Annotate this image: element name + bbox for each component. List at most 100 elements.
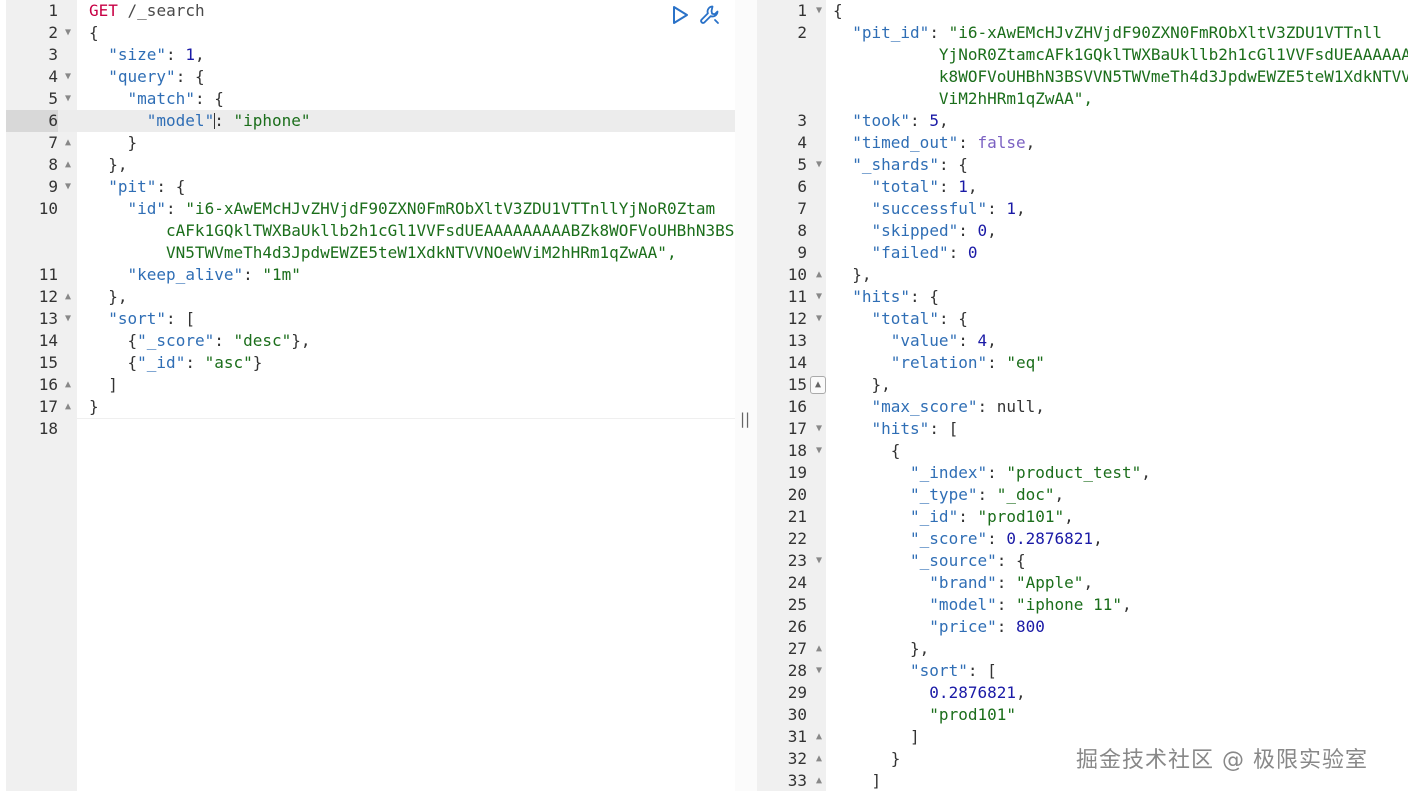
code-line: 18 ▼ { bbox=[757, 440, 1408, 462]
punctuation: , bbox=[987, 221, 997, 240]
code-text: "sort": [ bbox=[910, 660, 997, 682]
wrench-icon[interactable] bbox=[698, 3, 722, 27]
code-line-active: 6 "model": "iphone" bbox=[6, 110, 735, 132]
line-number: 25 bbox=[787, 595, 807, 614]
fold-expand-icon[interactable]: ▲ bbox=[62, 396, 74, 418]
json-key: "skipped" bbox=[871, 221, 959, 240]
code-line: VN5TWVmeTh4d3JpdwEWZE5teW1XdkNTVVNOeWViM… bbox=[6, 242, 735, 264]
fold-collapse-icon[interactable]: ▼ bbox=[813, 550, 825, 572]
punctuation: : bbox=[214, 331, 234, 350]
code-line: 2 "pit_id": "i6-xAwEMcHJvZHVjdF90ZXN0FmRO… bbox=[757, 22, 1408, 44]
json-number: 0 bbox=[977, 221, 988, 240]
line-number: 16 bbox=[787, 397, 807, 416]
fold-expand-icon[interactable]: ▲ bbox=[62, 374, 74, 396]
code-line: 19 "_index": "product_test", bbox=[757, 462, 1408, 484]
response-viewer[interactable]: 1 ▼ {2 "pit_id": "i6-xAwEMcHJvZHVjdF90ZXN0F… bbox=[757, 0, 1408, 791]
code-text: {"_score": "desc"}, bbox=[128, 330, 311, 352]
resizer-handle-icon[interactable]: || bbox=[740, 410, 750, 428]
punctuation: : bbox=[166, 199, 186, 218]
code-text: VN5TWVmeTh4d3JpdwEWZE5teW1XdkNTVVNOeWViM… bbox=[166, 242, 677, 264]
json-number: 1 bbox=[958, 177, 968, 196]
json-string: "asc" bbox=[204, 353, 253, 372]
json-key: "hits" bbox=[871, 419, 930, 438]
fold-expand-icon[interactable]: ▲ bbox=[813, 638, 825, 660]
json-key: "price" bbox=[929, 617, 997, 636]
code-line: 8 "skipped": 0, bbox=[757, 220, 1408, 242]
json-string-wrap: YjNoR0ZtamcAFk1GQklTWXBaUkllb2h1cGl1VVFs… bbox=[938, 45, 1408, 64]
fold-expand-icon[interactable]: ▲ bbox=[813, 264, 825, 286]
punctuation: { bbox=[833, 1, 843, 20]
request-code[interactable]: 1 GET /_search 2 ▼{3 "size": 1, 4 ▼ "query": {5… bbox=[6, 0, 735, 440]
code-line: 3 "size": 1, bbox=[6, 44, 735, 66]
json-string-wrap: cAFk1GQklTWXBaUkllb2h1cGl1VVFsdUEAAAAAAA… bbox=[166, 221, 735, 240]
request-editor[interactable]: 1 GET /_search 2 ▼{3 "size": 1, 4 ▼ "query": {5… bbox=[0, 0, 735, 791]
json-key: "total" bbox=[871, 177, 939, 196]
code-line: 3 "took": 5, bbox=[757, 110, 1408, 132]
line-number: 2 bbox=[797, 23, 807, 42]
line-number: 26 bbox=[787, 617, 807, 636]
line-number: 4 bbox=[48, 67, 58, 86]
json-string: "iphone 11" bbox=[1016, 595, 1122, 614]
fold-expand-icon[interactable]: ▲ bbox=[62, 154, 74, 176]
code-text: "model": "iphone 11", bbox=[929, 594, 1131, 616]
code-line: 14 "relation": "eq" bbox=[757, 352, 1408, 374]
fold-collapse-icon[interactable]: ▼ bbox=[62, 88, 74, 110]
fold-expand-icon[interactable]: ▲ bbox=[810, 376, 826, 394]
json-number: 5 bbox=[929, 111, 939, 130]
json-key: "size" bbox=[108, 45, 167, 64]
fold-collapse-icon[interactable]: ▼ bbox=[813, 154, 825, 176]
json-key: "_score" bbox=[137, 331, 215, 350]
request-toolbar bbox=[668, 3, 722, 27]
fold-collapse-icon[interactable]: ▼ bbox=[62, 22, 74, 44]
fold-collapse-icon[interactable]: ▼ bbox=[813, 440, 825, 462]
code-line: 30 "prod101" bbox=[757, 704, 1408, 726]
punctuation: , bbox=[1121, 595, 1132, 614]
punctuation: : [ bbox=[929, 419, 959, 438]
fold-collapse-icon[interactable]: ▼ bbox=[62, 66, 74, 88]
json-key: "_source" bbox=[910, 551, 997, 570]
punctuation: : bbox=[185, 353, 205, 372]
fold-collapse-icon[interactable]: ▼ bbox=[813, 0, 825, 22]
code-line: 4 "timed_out": false, bbox=[757, 132, 1408, 154]
punctuation: , bbox=[1093, 529, 1103, 548]
line-number: 3 bbox=[48, 45, 58, 64]
pane-resizer[interactable] bbox=[735, 0, 757, 791]
play-icon[interactable] bbox=[668, 3, 692, 27]
code-text: } bbox=[891, 748, 901, 770]
code-text: "pit_id": "i6-xAwEMcHJvZHVjdF90ZXN0FmROb… bbox=[852, 22, 1382, 44]
punctuation: , bbox=[1016, 683, 1026, 702]
code-line: 10 ▲}, bbox=[757, 264, 1408, 286]
fold-collapse-icon[interactable]: ▼ bbox=[813, 308, 825, 330]
fold-collapse-icon[interactable]: ▼ bbox=[62, 176, 74, 198]
json-number: 4 bbox=[977, 331, 988, 350]
code-text: }, bbox=[108, 154, 127, 176]
fold-collapse-icon[interactable]: ▼ bbox=[813, 660, 825, 682]
punctuation: { bbox=[127, 331, 138, 350]
punctuation: : { bbox=[938, 155, 968, 174]
fold-collapse-icon[interactable]: ▼ bbox=[813, 418, 825, 440]
code-line: 27 ▲}, bbox=[757, 638, 1408, 660]
punctuation: : bbox=[938, 177, 959, 196]
json-key: "match" bbox=[127, 89, 195, 108]
json-string: "iphone" bbox=[233, 111, 311, 130]
fold-expand-icon[interactable]: ▲ bbox=[813, 748, 825, 770]
punctuation: } bbox=[890, 749, 901, 768]
fold-expand-icon[interactable]: ▲ bbox=[813, 770, 825, 791]
fold-collapse-icon[interactable]: ▼ bbox=[62, 308, 74, 330]
line-number: 32 bbox=[787, 749, 807, 768]
fold-expand-icon[interactable]: ▲ bbox=[62, 132, 74, 154]
code-line: 15 ▲}, bbox=[757, 374, 1408, 396]
fold-expand-icon[interactable]: ▲ bbox=[62, 286, 74, 308]
code-line: 5 ▼ "_shards": { bbox=[757, 154, 1408, 176]
punctuation: : bbox=[958, 507, 978, 526]
json-key: "brand" bbox=[929, 573, 997, 592]
json-string-wrap: k8WOFVoUHBhN3BSVVN5TWVmeTh4d3JpdwEWZE5te… bbox=[938, 67, 1408, 86]
code-line: 29 0.2876821, bbox=[757, 682, 1408, 704]
code-text: "sort": [ bbox=[108, 308, 195, 330]
code-text: "total": { bbox=[872, 308, 968, 330]
fold-collapse-icon[interactable]: ▼ bbox=[813, 286, 825, 308]
editor-empty-area[interactable] bbox=[77, 418, 735, 791]
punctuation: : bbox=[243, 265, 263, 284]
code-line: 12 ▲}, bbox=[6, 286, 735, 308]
fold-expand-icon[interactable]: ▲ bbox=[813, 726, 825, 748]
